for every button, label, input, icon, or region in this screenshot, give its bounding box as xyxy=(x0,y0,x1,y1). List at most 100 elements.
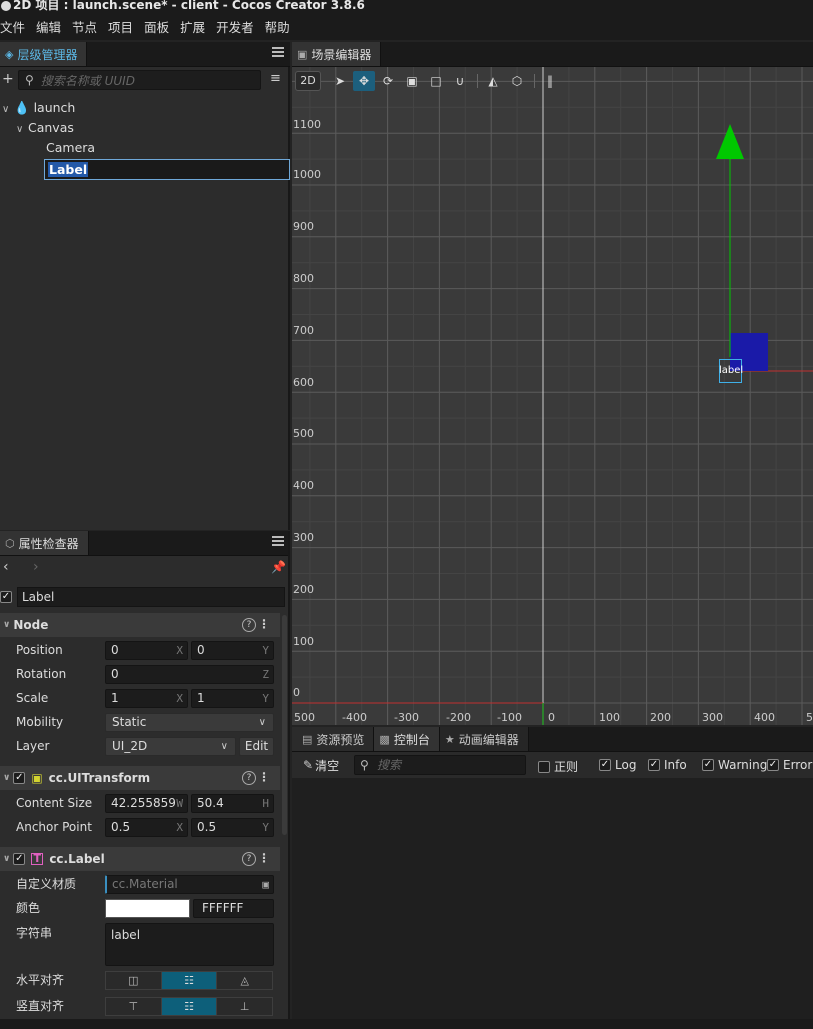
tab-hierarchy[interactable]: ◈ 层级管理器 xyxy=(0,42,88,66)
align-middle-icon[interactable]: ☷ xyxy=(161,998,218,1015)
move-gizmo-arrow-icon[interactable] xyxy=(716,124,744,159)
uitransform-enabled-checkbox[interactable]: ✓ xyxy=(13,772,26,784)
error-filter[interactable]: ✓ Error xyxy=(767,758,812,772)
forward-arrow-icon[interactable]: › xyxy=(33,559,39,575)
node-active-checkbox[interactable]: ✓ xyxy=(0,591,12,603)
snap-magnet-icon[interactable]: ∪ xyxy=(449,71,471,91)
more-icon[interactable]: ⋮ xyxy=(258,617,270,631)
node-name-input[interactable]: Label xyxy=(17,587,285,607)
axis-h-label: H xyxy=(262,797,269,810)
inspector-scrollbar[interactable] xyxy=(282,615,287,835)
tree-item-camera[interactable]: Camera xyxy=(46,139,95,157)
label-section-header[interactable]: ∨ ✓ T cc.Label ? ⋮ xyxy=(0,847,280,871)
console-search-input[interactable]: ⚲ 搜索 xyxy=(354,755,526,775)
regex-checkbox[interactable] xyxy=(538,760,550,773)
sort-list-icon[interactable]: ≡ xyxy=(270,71,281,86)
chevron-down-icon[interactable]: ∨ xyxy=(3,854,10,864)
position-x-input[interactable]: 0X xyxy=(105,641,188,660)
rotation-input[interactable]: 0Z xyxy=(105,665,274,684)
chevron-down-icon[interactable]: ∨ xyxy=(3,773,10,783)
pivot-frame-icon[interactable]: ◭ xyxy=(482,71,504,91)
menu-project[interactable]: 项目 xyxy=(108,17,133,36)
tab-asset-preview[interactable]: ▤ 资源预览 xyxy=(292,727,375,751)
align-left-icon[interactable]: ◫ xyxy=(106,972,162,989)
lock-icon[interactable]: ▣ xyxy=(262,876,269,893)
chevron-down-icon[interactable]: ∨ xyxy=(2,101,14,119)
tab-console[interactable]: ▩ 控制台 xyxy=(374,727,440,751)
add-node-icon[interactable]: + xyxy=(2,71,14,87)
label-enabled-checkbox[interactable]: ✓ xyxy=(13,853,26,865)
position-y-input[interactable]: 0Y xyxy=(191,641,274,660)
mobility-select[interactable]: Static ∨ xyxy=(105,713,274,732)
select-cursor-icon[interactable]: ➤ xyxy=(329,71,351,91)
layer-select[interactable]: UI_2D ∨ xyxy=(105,737,236,756)
tab-scene-editor[interactable]: ▣ 场景编辑器 xyxy=(292,42,382,66)
align-top-icon[interactable]: ⊤ xyxy=(106,998,162,1015)
more-icon[interactable]: ⋮ xyxy=(258,851,270,865)
warning-filter[interactable]: ✓ Warning xyxy=(702,758,767,772)
label-selection-box[interactable]: label xyxy=(719,359,743,391)
menu-edit[interactable]: 编辑 xyxy=(36,17,61,36)
align-distribute-icon[interactable]: ‖ xyxy=(539,71,561,91)
warning-checkbox[interactable]: ✓ xyxy=(702,759,714,771)
color-swatch[interactable] xyxy=(105,899,190,918)
layer-edit-button[interactable]: Edit xyxy=(239,737,274,756)
align-bottom-icon[interactable]: ⊥ xyxy=(217,998,273,1015)
move-tool-icon[interactable]: ✥ xyxy=(353,71,375,91)
2d-mode-toggle[interactable]: 2D xyxy=(295,71,321,91)
anchor-x-input[interactable]: 0.5 X xyxy=(105,818,188,837)
tab-inspector[interactable]: ⬡ 属性检查器 xyxy=(0,531,89,555)
rotate-tool-icon[interactable]: ⟳ xyxy=(377,71,399,91)
tab-animation-editor[interactable]: ★ 动画编辑器 xyxy=(439,727,529,751)
local-global-icon[interactable]: ⬡ xyxy=(506,71,528,91)
console-clear-button[interactable]: 清空 xyxy=(315,757,339,774)
scale-tool-icon[interactable]: ▣ xyxy=(401,71,423,91)
panel-menu-icon[interactable] xyxy=(272,47,284,59)
axis-z-label: Z xyxy=(262,668,269,681)
pin-icon[interactable]: 📌 xyxy=(271,560,286,574)
align-right-icon[interactable]: ◬ xyxy=(217,972,273,989)
log-checkbox[interactable]: ✓ xyxy=(599,759,611,771)
more-icon[interactable]: ⋮ xyxy=(258,770,270,784)
anchor-y-input[interactable]: 0.5 Y xyxy=(191,818,274,837)
tree-item-canvas[interactable]: ∨ Canvas xyxy=(16,119,74,137)
uitransform-section-header[interactable]: ∨ ✓ ▣ cc.UITransform ? ⋮ xyxy=(0,766,280,790)
chevron-down-icon[interactable]: ∨ xyxy=(16,121,28,139)
panel-menu-icon[interactable] xyxy=(272,536,284,548)
menu-file[interactable]: 文件 xyxy=(0,17,25,36)
back-arrow-icon[interactable]: ‹ xyxy=(3,559,9,575)
material-asset-field[interactable]: cc.Material ▣ xyxy=(105,875,274,894)
help-icon[interactable]: ? xyxy=(242,618,256,632)
color-hex-input[interactable]: FFFFFF xyxy=(193,899,274,918)
regex-filter[interactable]: 正则 xyxy=(538,758,578,775)
menu-panel[interactable]: 面板 xyxy=(144,17,169,36)
log-filter[interactable]: ✓ Log xyxy=(599,758,636,772)
align-center-icon[interactable]: ☷ xyxy=(161,972,218,989)
string-textarea[interactable]: label xyxy=(105,923,274,966)
tree-item-launch[interactable]: ∨ 💧 launch xyxy=(2,99,75,117)
scale-y-input[interactable]: 1Y xyxy=(191,689,274,708)
menu-extension[interactable]: 扩展 xyxy=(180,17,205,36)
help-icon[interactable]: ? xyxy=(242,771,256,785)
info-checkbox[interactable]: ✓ xyxy=(648,759,660,771)
help-icon[interactable]: ? xyxy=(242,852,256,866)
scene-toolbar: 2D ➤ ✥ ⟳ ▣ □ ∪ ◭ ⬡ ‖ xyxy=(292,70,563,92)
menu-help[interactable]: 帮助 xyxy=(265,17,290,36)
scene-viewport[interactable]: 1100 1000 900 800 700 600 500 400 300 20… xyxy=(292,67,813,725)
tree-item-label[interactable]: Label xyxy=(44,159,290,180)
node-section-header[interactable]: ∨ Node ? ⋮ xyxy=(0,613,280,637)
content-width-input[interactable]: 42.255859 W xyxy=(105,794,188,813)
error-checkbox[interactable]: ✓ xyxy=(767,759,779,771)
menu-node[interactable]: 节点 xyxy=(72,17,97,36)
content-height-input[interactable]: 50.4 H xyxy=(191,794,274,813)
menu-developer[interactable]: 开发者 xyxy=(216,17,254,36)
hierarchy-search-input[interactable]: ⚲ 搜索名称或 UUID xyxy=(18,70,261,90)
transform-frame-icon: ▣ xyxy=(31,771,43,785)
scene-panel: ▣ 场景编辑器 1100 1000 900 800 700 600 500 40… xyxy=(292,42,813,725)
rect-tool-icon[interactable]: □ xyxy=(425,71,447,91)
scale-x-input[interactable]: 1X xyxy=(105,689,188,708)
chevron-down-icon[interactable]: ∨ xyxy=(3,620,10,630)
axis-y-label: Y xyxy=(262,692,269,705)
info-filter[interactable]: ✓ Info xyxy=(648,758,687,772)
clear-broom-icon[interactable]: ✎ xyxy=(303,758,313,772)
